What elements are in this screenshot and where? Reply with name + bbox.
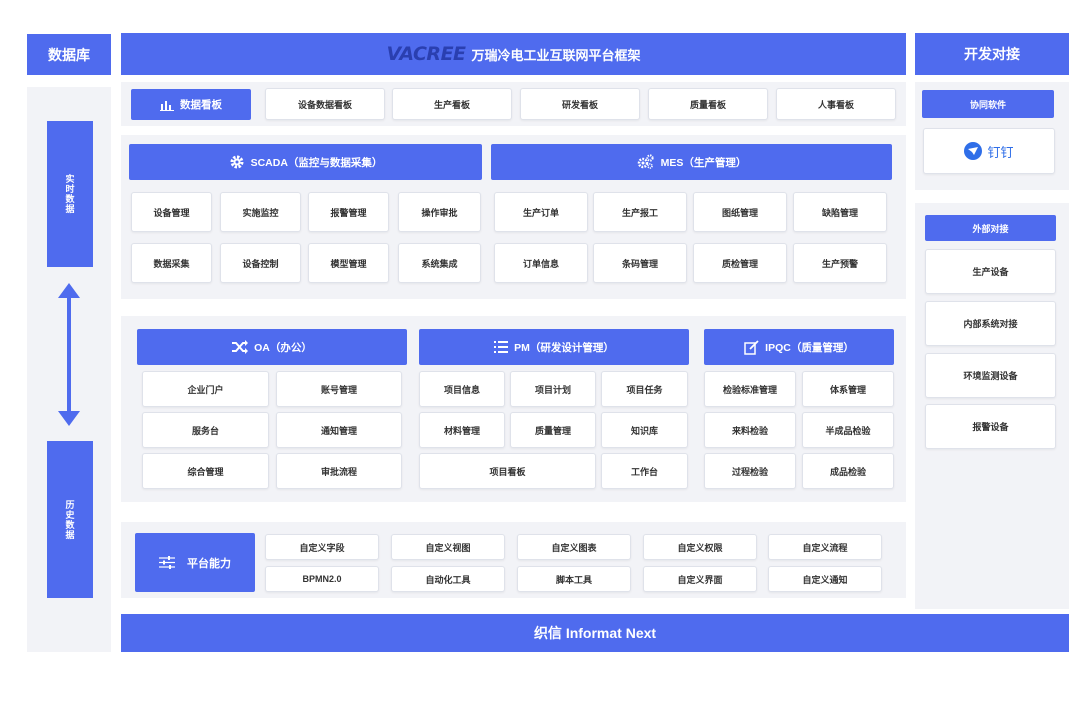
platform-item[interactable]: 自定义权限 — [643, 534, 757, 560]
external-item[interactable]: 环境监测设备 — [925, 353, 1056, 398]
footer-bar: 织信 Informat Next — [121, 614, 1069, 652]
scada-item[interactable]: 系统集成 — [398, 243, 481, 283]
platform-item[interactable]: 自动化工具 — [391, 566, 505, 592]
oa-item[interactable]: 通知管理 — [276, 412, 402, 448]
dev-integration-title: 开发对接 — [915, 33, 1069, 75]
ipqc-header: IPQC（质量管理） — [704, 329, 894, 365]
platform-item[interactable]: 自定义视图 — [391, 534, 505, 560]
pm-item[interactable]: 质量管理 — [510, 412, 596, 448]
dashboard-item[interactable]: 研发看板 — [520, 88, 640, 120]
platform-header: 平台能力 — [135, 533, 255, 592]
realtime-data-label: 实时数据 — [47, 121, 93, 267]
oa-item[interactable]: 服务台 — [142, 412, 269, 448]
database-title: 数据库 — [27, 34, 111, 75]
pm-item[interactable]: 项目看板 — [419, 453, 596, 489]
bar-chart-icon — [160, 99, 174, 111]
pm-item[interactable]: 工作台 — [601, 453, 688, 489]
mes-header: MES（生产管理） — [491, 144, 892, 180]
external-header: 外部对接 — [925, 215, 1056, 241]
edit-icon — [744, 339, 759, 355]
mes-item[interactable]: 订单信息 — [494, 243, 588, 283]
header-title: 万瑞冷电工业互联网平台框架 — [471, 47, 641, 63]
oa-item[interactable]: 账号管理 — [276, 371, 402, 407]
platform-item[interactable]: BPMN2.0 — [265, 566, 379, 592]
mes-item[interactable]: 生产报工 — [593, 192, 687, 232]
ipqc-item[interactable]: 半成品检验 — [802, 412, 894, 448]
scada-item[interactable]: 操作审批 — [398, 192, 481, 232]
dashboard-title: 数据看板 — [180, 99, 222, 111]
gears-icon — [637, 154, 655, 170]
pm-header: PM（研发设计管理） — [419, 329, 689, 365]
dashboard-header: 数据看板 — [131, 89, 251, 120]
mes-item[interactable]: 生产订单 — [494, 192, 588, 232]
ipqc-title: IPQC（质量管理） — [765, 341, 854, 354]
oa-header: OA（办公） — [137, 329, 407, 365]
mes-item[interactable]: 条码管理 — [593, 243, 687, 283]
scada-item[interactable]: 数据采集 — [131, 243, 212, 283]
pm-item[interactable]: 材料管理 — [419, 412, 505, 448]
platform-item[interactable]: 自定义流程 — [768, 534, 882, 560]
mes-item[interactable]: 质检管理 — [693, 243, 787, 283]
sliders-icon — [159, 556, 175, 569]
pm-title: PM（研发设计管理） — [514, 341, 614, 354]
external-item[interactable]: 内部系统对接 — [925, 301, 1056, 346]
dingtalk-card[interactable]: 钉钉 — [923, 128, 1055, 174]
dashboard-item[interactable]: 设备数据看板 — [265, 88, 385, 120]
scada-item[interactable]: 报警管理 — [308, 192, 389, 232]
oa-item[interactable]: 审批流程 — [276, 453, 402, 489]
shuffle-icon — [232, 340, 249, 354]
dashboard-item[interactable]: 生产看板 — [392, 88, 512, 120]
dashboard-item[interactable]: 人事看板 — [776, 88, 896, 120]
platform-title: 平台能力 — [187, 557, 231, 570]
ipqc-item[interactable]: 体系管理 — [802, 371, 894, 407]
scada-item[interactable]: 实施监控 — [220, 192, 301, 232]
dingtalk-label: 钉钉 — [987, 144, 1014, 160]
mes-item[interactable]: 图纸管理 — [693, 192, 787, 232]
scada-item[interactable]: 设备控制 — [220, 243, 301, 283]
platform-item[interactable]: 自定义界面 — [643, 566, 757, 592]
ipqc-item[interactable]: 成品检验 — [802, 453, 894, 489]
list-icon — [494, 341, 509, 353]
platform-item[interactable]: 自定义字段 — [265, 534, 379, 560]
scada-item[interactable]: 设备管理 — [131, 192, 212, 232]
external-item[interactable]: 生产设备 — [925, 249, 1056, 294]
pm-item[interactable]: 项目计划 — [510, 371, 596, 407]
scada-item[interactable]: 模型管理 — [308, 243, 389, 283]
pm-item[interactable]: 知识库 — [601, 412, 688, 448]
dingtalk-icon — [964, 142, 983, 160]
scada-header: SCADA（监控与数据采集） — [129, 144, 482, 180]
ipqc-item[interactable]: 来料检验 — [704, 412, 796, 448]
ipqc-item[interactable]: 检验标准管理 — [704, 371, 796, 407]
platform-item[interactable]: 自定义图表 — [517, 534, 631, 560]
mes-item[interactable]: 缺陷管理 — [793, 192, 887, 232]
ipqc-item[interactable]: 过程检验 — [704, 453, 796, 489]
pm-item[interactable]: 项目任务 — [601, 371, 688, 407]
collab-header: 协同软件 — [922, 90, 1054, 118]
platform-item[interactable]: 脚本工具 — [517, 566, 631, 592]
vacree-logo: VACREE — [386, 43, 466, 65]
bidirectional-arrow-icon — [56, 283, 82, 426]
history-data-label: 历史数据 — [47, 441, 93, 598]
external-item[interactable]: 报警设备 — [925, 404, 1056, 449]
pm-item[interactable]: 项目信息 — [419, 371, 505, 407]
header-bar: VACREE 万瑞冷电工业互联网平台框架 — [121, 33, 906, 75]
scada-title: SCADA（监控与数据采集） — [250, 156, 383, 169]
mes-item[interactable]: 生产预警 — [793, 243, 887, 283]
oa-item[interactable]: 综合管理 — [142, 453, 269, 489]
oa-title: OA（办公） — [254, 341, 312, 354]
oa-item[interactable]: 企业门户 — [142, 371, 269, 407]
dashboard-item[interactable]: 质量看板 — [648, 88, 768, 120]
platform-item[interactable]: 自定义通知 — [768, 566, 882, 592]
mes-title: MES（生产管理） — [660, 156, 747, 169]
gear-icon — [229, 154, 245, 170]
